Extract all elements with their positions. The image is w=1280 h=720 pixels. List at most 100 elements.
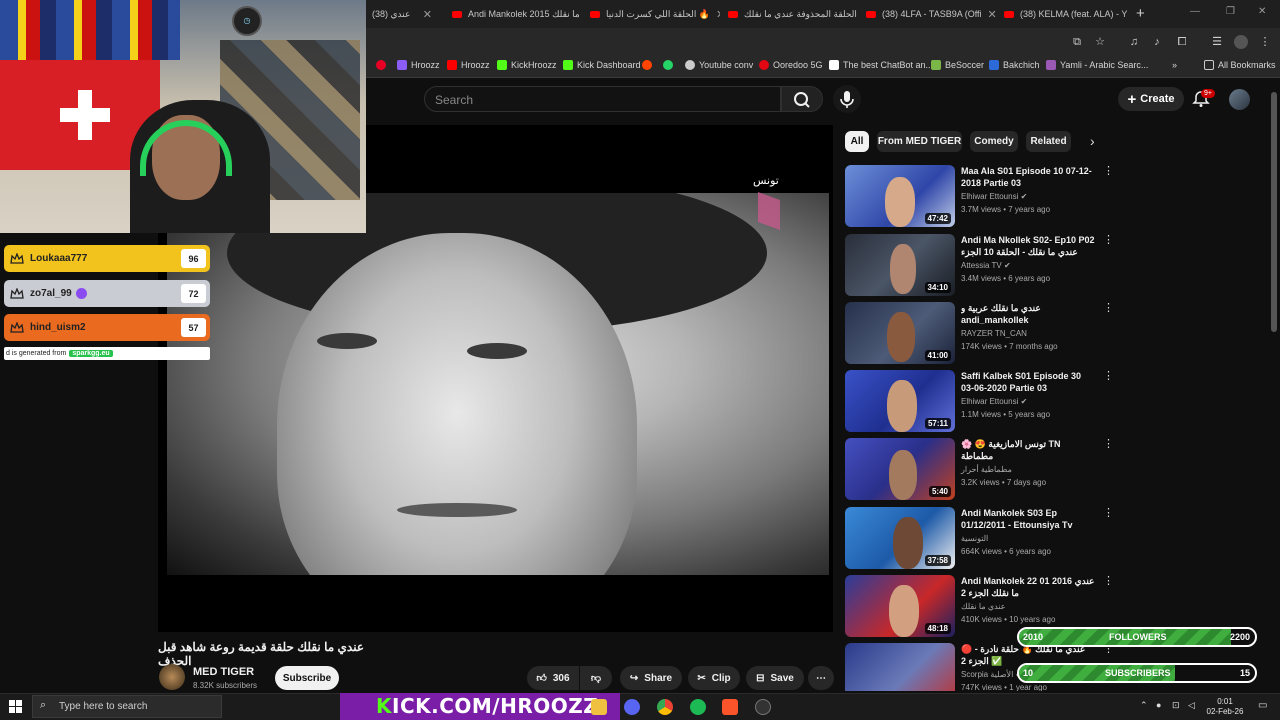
- chip-all[interactable]: All: [845, 131, 869, 152]
- bookmark-item[interactable]: The best ChatBot an...: [829, 60, 933, 70]
- share-button[interactable]: ↪ Share: [620, 666, 682, 690]
- volume-icon[interactable]: ◁: [1188, 700, 1195, 711]
- tray-icon[interactable]: ●: [1156, 700, 1161, 710]
- cast-icon[interactable]: ⧉: [1070, 35, 1084, 49]
- discord-icon[interactable]: [624, 699, 640, 715]
- menu-list-icon[interactable]: ☰: [1210, 35, 1224, 49]
- more-menu-icon[interactable]: ⋮: [1258, 35, 1272, 49]
- account-avatar[interactable]: [1229, 89, 1250, 110]
- new-tab-button[interactable]: +: [1136, 5, 1145, 22]
- taskbar-search-input[interactable]: Type here to search: [32, 695, 222, 718]
- channel-name[interactable]: MED TIGER: [193, 666, 254, 678]
- chevron-right-icon[interactable]: »: [1172, 60, 1177, 70]
- close-icon[interactable]: ✕: [423, 8, 432, 21]
- clip-button[interactable]: ✂ Clip: [688, 666, 740, 690]
- network-icon[interactable]: ⊡: [1172, 700, 1180, 711]
- bookmark-item[interactable]: BeSoccer: [931, 60, 984, 70]
- recommendation-item[interactable]: 41:00 عندي ما نقلك عربية و andi_mankolle…: [845, 302, 1115, 366]
- profile-avatar[interactable]: [1234, 35, 1248, 49]
- close-icon[interactable]: ✕: [1133, 8, 1134, 21]
- bookmark-item[interactable]: Yamli - Arabic Searc...: [1046, 60, 1148, 70]
- recommendation-title[interactable]: 🌸 😍 تونس الامازيغية TN مطماطة: [961, 438, 1095, 462]
- more-vertical-icon[interactable]: ⋮: [1103, 507, 1114, 519]
- close-icon[interactable]: ✕: [988, 8, 996, 21]
- video-thumbnail[interactable]: 48:18: [845, 575, 955, 637]
- video-thumbnail[interactable]: 47:42: [845, 165, 955, 227]
- recommendation-title[interactable]: Andi Ma Nkollek S02- Ep10 P02 عندي ما نق…: [961, 234, 1095, 260]
- video-thumbnail[interactable]: 37:58: [845, 507, 955, 569]
- more-vertical-icon[interactable]: ⋮: [1103, 575, 1114, 587]
- chrome-icon[interactable]: [657, 699, 673, 715]
- extension-icon[interactable]: ♫: [1127, 35, 1141, 49]
- create-button[interactable]: + Create: [1118, 87, 1184, 111]
- channel-avatar[interactable]: [159, 664, 185, 690]
- chip-comedy[interactable]: Comedy: [970, 131, 1018, 152]
- like-button[interactable]: 👍︎ 306: [527, 666, 579, 690]
- spotify-icon[interactable]: [690, 699, 706, 715]
- save-button[interactable]: ⊟ Save: [746, 666, 804, 690]
- extension-icon[interactable]: ♪: [1150, 35, 1164, 49]
- obs-icon[interactable]: [755, 699, 771, 715]
- recommendation-item[interactable]: 47:42 Maa Ala S01 Episode 10 07-12-2018 …: [845, 165, 1115, 229]
- more-actions-button[interactable]: ⋯: [808, 666, 834, 690]
- more-vertical-icon[interactable]: ⋮: [1103, 302, 1114, 314]
- bookmark-item[interactable]: Hroozz: [397, 60, 440, 70]
- browser-tab[interactable]: (38) عندي ✕: [366, 4, 438, 24]
- puzzle-icon[interactable]: ⧠: [1175, 35, 1189, 49]
- tray-chevron-icon[interactable]: ⌃: [1140, 700, 1148, 711]
- video-frame[interactable]: [167, 193, 829, 575]
- whatsapp-icon[interactable]: [663, 60, 673, 70]
- recommendation-title[interactable]: عندي ما نقلك عربية و andi_mankollek #and…: [961, 302, 1095, 328]
- minimize-icon[interactable]: —: [1190, 6, 1200, 17]
- browser-tab[interactable]: الحلقة المحذوفة عندي ما نقلك✕: [722, 4, 858, 24]
- browser-tab[interactable]: (38) KELMA (feat. ALA) - Y ✕: [998, 4, 1134, 24]
- bookmark-item[interactable]: Youtube conv: [685, 60, 753, 70]
- notifications-icon[interactable]: ▭: [1258, 700, 1267, 711]
- dislike-button[interactable]: 👎︎: [580, 666, 612, 690]
- recommendation-title[interactable]: Maa Ala S01 Episode 10 07-12-2018 Partie…: [961, 165, 1095, 189]
- more-vertical-icon[interactable]: ⋮: [1103, 234, 1114, 246]
- recommendation-item[interactable]: 37:58 Andi Mankolek S03 Ep 01/12/2011 - …: [845, 507, 1115, 571]
- recommendation-item[interactable]: 5:40 🌸 😍 تونس الامازيغية TN مطماطة مطماط…: [845, 438, 1115, 502]
- windows-start-icon[interactable]: [9, 700, 22, 713]
- bookmark-item[interactable]: All Bookmarks: [1204, 60, 1276, 70]
- taskbar-clock[interactable]: 0:01 02-Feb-26: [1205, 697, 1245, 717]
- subscribe-button[interactable]: Subscribe: [275, 666, 339, 690]
- recommendation-title[interactable]: Andi Mankolek 22 01 2016 عندي ما نقلك ال…: [961, 575, 1095, 599]
- bookmark-item[interactable]: Kick Dashboard: [563, 60, 641, 70]
- recommendation-title[interactable]: Saffi Kalbek S01 Episode 30 03-06-2020 P…: [961, 370, 1095, 394]
- recommendation-title[interactable]: Andi Mankolek S03 Ep 01/12/2011 - Ettoun…: [961, 507, 1095, 531]
- brave-icon[interactable]: [722, 699, 738, 715]
- bookmark-pinterest-icon[interactable]: [376, 60, 386, 70]
- bookmark-item[interactable]: Hroozz: [447, 60, 490, 70]
- bookmark-item[interactable]: Ooredoo 5G: [759, 60, 823, 70]
- more-vertical-icon[interactable]: ⋮: [1103, 370, 1114, 382]
- chip-from-channel[interactable]: From MED TIGER: [877, 131, 962, 152]
- window-close-icon[interactable]: ✕: [1258, 6, 1266, 17]
- recommendation-item[interactable]: 57:11 Saffi Kalbek S01 Episode 30 03-06-…: [845, 370, 1115, 434]
- video-thumbnail[interactable]: 41:00: [845, 302, 955, 364]
- chip-related[interactable]: Related: [1026, 131, 1071, 152]
- more-vertical-icon[interactable]: ⋮: [1103, 438, 1114, 450]
- search-button[interactable]: [781, 86, 823, 112]
- bookmark-star-icon[interactable]: ☆: [1093, 35, 1107, 49]
- bookmark-item[interactable]: KickHroozz: [497, 60, 557, 70]
- search-input[interactable]: Search: [424, 86, 781, 112]
- recommendation-item[interactable]: 34:10 Andi Ma Nkollek S02- Ep10 P02 عندي…: [845, 234, 1115, 298]
- bookmark-item[interactable]: Bakchich: [989, 60, 1040, 70]
- video-thumbnail[interactable]: [845, 643, 955, 691]
- video-thumbnail[interactable]: 5:40: [845, 438, 955, 500]
- video-thumbnail[interactable]: 34:10: [845, 234, 955, 296]
- scrollbar-thumb[interactable]: [1271, 92, 1277, 332]
- browser-tab[interactable]: Andi Mankolek 2015 عندي ما نقلك✕: [446, 4, 582, 24]
- voice-search-button[interactable]: [833, 85, 861, 113]
- close-icon[interactable]: ✕: [716, 8, 720, 21]
- reddit-icon[interactable]: [642, 60, 652, 70]
- chevron-right-icon[interactable]: ›: [1090, 133, 1095, 149]
- browser-tab[interactable]: (38) 4LFA - TASB9A (Offi ✕: [860, 4, 996, 24]
- browser-tab[interactable]: الحلقة اللي كسرت الدنيا 🔥 ✕: [584, 4, 720, 24]
- video-thumbnail[interactable]: 57:11: [845, 370, 955, 432]
- file-explorer-icon[interactable]: [591, 699, 607, 715]
- maximize-icon[interactable]: ❐: [1226, 6, 1235, 17]
- more-vertical-icon[interactable]: ⋮: [1103, 165, 1114, 177]
